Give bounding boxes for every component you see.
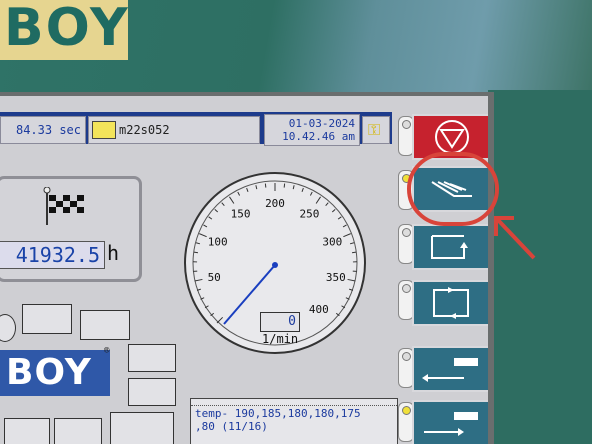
brand-plate: BOY xyxy=(0,0,128,60)
key-icon: ⚿ xyxy=(368,120,381,139)
folder-icon xyxy=(92,121,116,139)
gauge-tick-label: 350 xyxy=(326,271,346,284)
registered-mark: ® xyxy=(104,346,110,356)
operating-hours-value: 41932.5 xyxy=(15,243,100,267)
gauge-tick-label: 400 xyxy=(309,303,329,316)
gauge-tick-label: 200 xyxy=(265,197,285,210)
access-key-button[interactable]: ⚿ xyxy=(362,116,390,144)
full-auto-button[interactable] xyxy=(412,280,488,326)
gauge-tick-mark xyxy=(193,251,199,254)
full-cycle-icon xyxy=(433,287,469,319)
operating-hours-unit: h xyxy=(107,241,120,265)
ejector-icon[interactable] xyxy=(80,310,130,340)
checkered-flag-icon xyxy=(43,187,84,225)
notes-panel[interactable]: temp- 190,185,180,180,175 ,80 (11/16) xyxy=(190,398,398,444)
speed-unit: 1/min xyxy=(262,332,299,346)
brand-logo: BOY xyxy=(4,0,130,58)
gauge-tick-label: 300 xyxy=(322,235,342,248)
gauge-tick-label: 150 xyxy=(231,207,251,220)
notes-line-1: temp- 190,185,180,180,175 xyxy=(195,407,361,420)
mold-open-icon[interactable] xyxy=(22,304,72,334)
operating-hours-panel[interactable]: 41932.5 h xyxy=(0,176,142,282)
tool-icon[interactable] xyxy=(54,418,102,444)
pointer-arrow-icon xyxy=(494,216,536,260)
gauge-tick-label: 50 xyxy=(208,271,221,284)
mold-folder[interactable]: m22s052 xyxy=(88,116,260,144)
gauge-tick-label: 100 xyxy=(208,235,228,248)
gear-icon[interactable] xyxy=(4,418,50,444)
notepad-spiral xyxy=(191,399,397,406)
speed-readout: 0 xyxy=(260,312,300,332)
control-screen: 84.33 sec m22s052 01-03-2024 10.42.46 am… xyxy=(0,96,488,444)
highlight-circle xyxy=(407,152,499,226)
date-value: 01-03-2024 xyxy=(288,117,355,130)
nozzle-advance-button[interactable] xyxy=(412,400,488,444)
mold-name: m22s052 xyxy=(119,123,170,137)
screen-logo: BOY xyxy=(0,350,110,396)
screen-logo-text: BOY xyxy=(6,352,92,393)
nozzle-advance-icon xyxy=(424,412,478,436)
cycle-time-value: 84.33 sec xyxy=(15,123,81,137)
time-value: 10.42.46 am xyxy=(282,130,355,143)
gauge-tick-label: 250 xyxy=(300,207,320,220)
notes-line-2: ,80 (11/16) xyxy=(195,420,268,433)
semi-auto-button[interactable] xyxy=(412,224,488,270)
speed-value: 0 xyxy=(288,314,296,329)
nozzle-retract-button[interactable] xyxy=(412,346,488,392)
operating-hours-value-box: 41932.5 xyxy=(0,241,105,269)
datetime-display: 01-03-2024 10.42.46 am xyxy=(264,114,360,146)
clock-icon[interactable] xyxy=(0,314,16,342)
cycle-time-display: 84.33 sec xyxy=(0,116,86,144)
nozzle-retract-icon xyxy=(422,358,478,382)
rotation-icon[interactable] xyxy=(256,372,320,390)
screw-forward-icon[interactable] xyxy=(128,344,176,372)
half-cycle-icon xyxy=(431,235,468,259)
injection-unit-icon[interactable] xyxy=(110,412,174,444)
screw-back-icon[interactable] xyxy=(128,378,176,406)
gauge-tick-mark xyxy=(351,251,357,254)
